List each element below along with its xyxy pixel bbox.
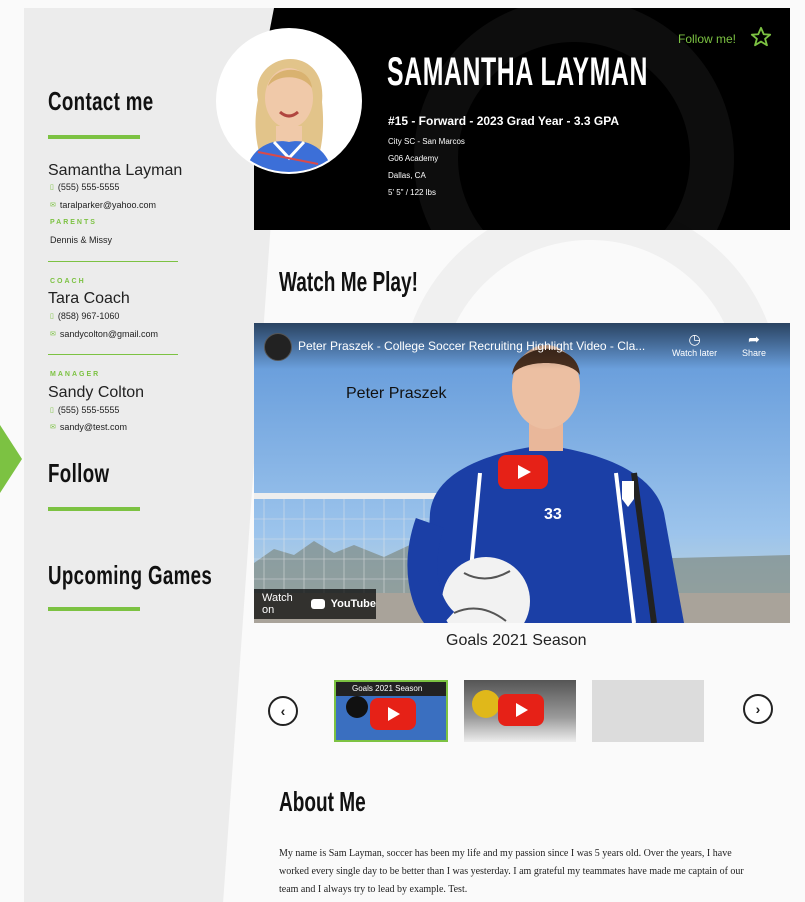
player-detail: City SC - San Marcos: [388, 137, 465, 146]
star-icon[interactable]: [750, 26, 772, 48]
contact-role-label: COACH: [50, 278, 86, 285]
player-detail: G06 Academy: [388, 154, 439, 163]
carousel-prev-button[interactable]: ‹: [268, 696, 298, 726]
share-button[interactable]: ➦ Share: [742, 331, 766, 358]
video-title[interactable]: Peter Praszek - College Soccer Recruitin…: [298, 339, 645, 353]
player-detail: 5' 5" / 122 lbs: [388, 188, 436, 197]
about-text: My name is Sam Layman, soccer has been m…: [279, 848, 744, 895]
follow-me-link[interactable]: Follow me!: [678, 32, 736, 46]
contact-underline: [48, 135, 140, 139]
channel-logo: [346, 696, 368, 718]
youtube-play-button[interactable]: [498, 694, 544, 726]
avatar: [216, 28, 362, 174]
divider: [48, 261, 178, 262]
contact-name: Tara Coach: [48, 290, 130, 307]
youtube-play-button[interactable]: [370, 698, 416, 730]
channel-logo[interactable]: [264, 333, 292, 361]
clock-icon: ◷: [688, 331, 701, 347]
contact-email[interactable]: ✉ sandycolton@gmail.com: [50, 329, 158, 339]
contact-heading: Contact me: [48, 86, 154, 116]
watch-later-button[interactable]: ◷ Watch later: [672, 331, 717, 358]
divider: [48, 354, 178, 355]
carousel-next-button[interactable]: ›: [743, 694, 773, 724]
video-overlay-name: Peter Praszek: [346, 385, 447, 402]
contact-role-label: MANAGER: [50, 371, 101, 378]
phone-icon: ▯: [50, 407, 54, 414]
youtube-logo-icon: [311, 599, 325, 609]
phone-icon: ▯: [50, 184, 54, 191]
email-icon: ✉: [50, 424, 56, 431]
athlete-photo: [218, 30, 360, 172]
share-icon: ➦: [748, 331, 760, 347]
follow-heading: Follow: [48, 458, 110, 488]
parents-names: Dennis & Missy: [50, 235, 113, 245]
contact-phone[interactable]: ▯ (858) 967-1060: [50, 311, 119, 321]
email-icon: ✉: [50, 202, 56, 209]
games-underline: [48, 607, 140, 611]
watch-heading: Watch Me Play!: [279, 266, 418, 297]
contact-email[interactable]: ✉ sandy@test.com: [50, 422, 127, 432]
contact-email[interactable]: ✉ taralparker@yahoo.com: [50, 200, 156, 210]
email-icon: ✉: [50, 331, 56, 338]
phone-icon: ▯: [50, 313, 54, 320]
upcoming-games-heading: Upcoming Games: [48, 560, 213, 590]
follow-underline: [48, 507, 140, 511]
carousel-thumb-active[interactable]: Goals 2021 Season: [334, 680, 448, 742]
player-summary: #15 - Forward - 2023 Grad Year - 3.3 GPA: [388, 114, 619, 128]
channel-logo: [472, 690, 500, 718]
chevron-left-icon: ‹: [280, 703, 286, 719]
thumb-title: Goals 2021 Season: [336, 682, 446, 696]
player-name: SAMANTHA LAYMAN: [387, 50, 648, 94]
chevron-right-icon: ›: [755, 701, 761, 717]
contact-role-label: PARENTS: [50, 219, 97, 226]
carousel-thumb[interactable]: [464, 680, 576, 742]
contact-name: Sandy Colton: [48, 384, 145, 401]
video-caption: Goals 2021 Season: [446, 632, 587, 649]
video-player[interactable]: 33 Peter Praszek - College Soccer Recrui…: [254, 323, 790, 623]
jersey-number: 33: [544, 506, 562, 523]
watch-on-youtube-button[interactable]: Watch on YouTube: [254, 589, 376, 619]
contact-phone[interactable]: ▯ (555) 555-5555: [50, 182, 119, 192]
youtube-play-button[interactable]: [498, 455, 548, 489]
player-detail: Dallas, CA: [388, 171, 426, 180]
contact-name: Samantha Layman: [48, 162, 183, 179]
contact-phone[interactable]: ▯ (555) 555-5555: [50, 405, 119, 415]
carousel-thumb-empty[interactable]: [592, 680, 704, 742]
about-heading: About Me: [279, 786, 366, 817]
